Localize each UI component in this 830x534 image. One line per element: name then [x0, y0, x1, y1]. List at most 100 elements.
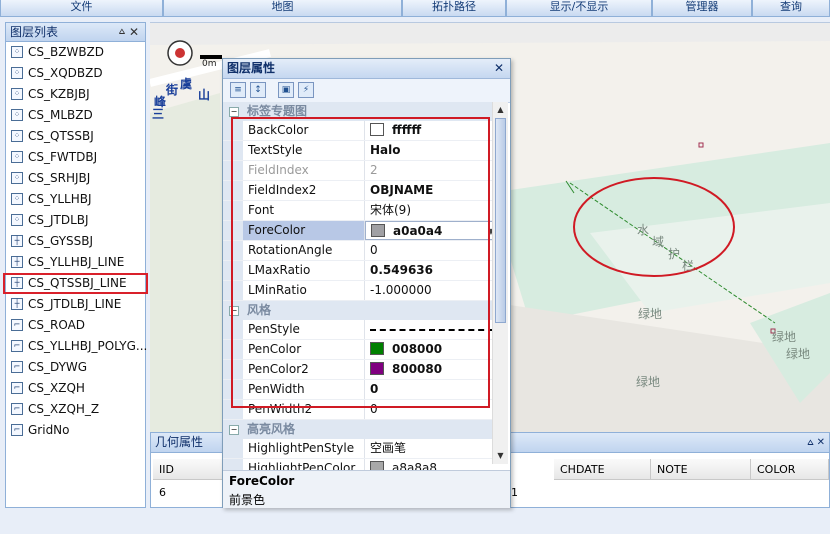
layer-item[interactable]: ⁘ CS_JTDLBJ	[6, 210, 145, 231]
collapse-icon[interactable]: −	[229, 107, 239, 117]
layer-item[interactable]: ⌐ CS_DYWG	[6, 357, 145, 378]
property-category[interactable]: − 风格	[223, 301, 499, 320]
layer-item-label: CS_MLBZD	[28, 108, 93, 122]
layer-item[interactable]: ⁘ CS_FWTDBJ	[6, 147, 145, 168]
property-value[interactable]: Halo	[365, 141, 499, 160]
close-icon[interactable]: ✕	[494, 59, 504, 78]
property-row[interactable]: PenWidth 0	[223, 380, 499, 400]
map-label: 三	[152, 107, 165, 121]
property-row[interactable]: LMaxRatio 0.549636	[223, 261, 499, 281]
property-row[interactable]: PenWidth2 0	[223, 400, 499, 420]
property-value[interactable]: 0.549636	[365, 261, 499, 280]
table-cell[interactable]: 6	[153, 483, 166, 503]
property-row[interactable]: BackColor ffffff	[223, 121, 499, 141]
property-value[interactable]: 2	[365, 161, 499, 180]
property-value[interactable]: 宋体(9)	[365, 201, 499, 220]
layer-item[interactable]: ⁘ CS_QTSSBJ	[6, 126, 145, 147]
scroll-thumb[interactable]	[495, 118, 506, 323]
property-row[interactable]: RotationAngle 0	[223, 241, 499, 261]
tab-show-hide[interactable]: 显示/不显示	[506, 0, 652, 17]
layer-item[interactable]: ⁘ CS_BZWBZD	[6, 42, 145, 63]
layer-item[interactable]: ┼ CS_JTDLBJ_LINE	[6, 294, 145, 315]
collapse-icon[interactable]: −	[229, 306, 239, 316]
property-value[interactable]: OBJNAME	[365, 181, 499, 200]
property-scrollbar[interactable]: ▲ ▼	[492, 102, 508, 464]
tab-query[interactable]: 查询	[752, 0, 830, 17]
collapse-icon[interactable]: −	[229, 425, 239, 435]
layer-item-label: CS_KZBJBJ	[28, 87, 90, 101]
property-value[interactable]: 0	[365, 380, 499, 399]
categorized-icon[interactable]: ≡	[230, 82, 246, 98]
column-header[interactable]: COLOR	[751, 459, 829, 480]
property-value[interactable]: ffffff	[365, 121, 499, 140]
layer-item-label: CS_XQDBZD	[28, 66, 103, 80]
layer-item[interactable]: ┼ CS_QTSSBJ_LINE	[3, 273, 148, 294]
map-label: 绿地	[786, 347, 811, 361]
property-category[interactable]: − 标签专题图	[223, 102, 499, 121]
layer-item[interactable]: ┼ CS_YLLHBJ_LINE	[6, 252, 145, 273]
layer-item[interactable]: ⌐ GridNo	[6, 420, 145, 441]
property-row[interactable]: ForeColor a0a0a4 ▼	[223, 221, 499, 241]
map-label: 街	[166, 83, 179, 97]
tab-manager[interactable]: 管理器	[652, 0, 752, 17]
scale-label: 0m	[202, 59, 217, 69]
map-label: 绿地	[638, 307, 663, 321]
polyline-layer-icon: ⌐	[11, 361, 23, 373]
layer-item[interactable]: ⌐ CS_ROAD	[6, 315, 145, 336]
layer-item[interactable]: ⌐ CS_XZQH	[6, 378, 145, 399]
layer-item-label: GridNo	[28, 423, 70, 437]
property-value[interactable]: 0	[365, 400, 499, 419]
property-value[interactable]	[365, 320, 499, 339]
property-row[interactable]: LMinRatio -1.000000	[223, 281, 499, 301]
property-row[interactable]: TextStyle Halo	[223, 141, 499, 161]
line-layer-icon: ┼	[11, 277, 23, 289]
polyline-layer-icon: ⌐	[11, 340, 23, 352]
property-row[interactable]: PenColor2 800080	[223, 360, 499, 380]
layer-item[interactable]: ⁘ CS_YLLHBJ	[6, 189, 145, 210]
property-description: ForeColor 前景色	[223, 470, 510, 508]
events-icon[interactable]: ⚡	[298, 82, 314, 98]
tab-file[interactable]: 文件	[0, 0, 163, 17]
property-value[interactable]: -1.000000	[365, 281, 499, 300]
property-row[interactable]: FieldIndex 2	[223, 161, 499, 181]
layer-item[interactable]: ⌐ CS_YLLHBJ_POLYG...	[6, 336, 147, 357]
column-header[interactable]: CHDATE	[554, 459, 651, 480]
pin-icon[interactable]: ⩟	[119, 23, 125, 41]
column-header[interactable]: IID	[153, 459, 223, 480]
layer-item[interactable]: ⁘ CS_SRHJBJ	[6, 168, 145, 189]
description-title: ForeColor	[229, 474, 295, 488]
scroll-down-icon[interactable]: ▼	[495, 450, 506, 462]
pin-close-icon[interactable]: ⩟ ✕	[807, 433, 825, 452]
property-row[interactable]: Font 宋体(9)	[223, 201, 499, 221]
property-value[interactable]: 008000	[365, 340, 499, 359]
property-value[interactable]: 800080	[365, 360, 499, 379]
row-gutter	[223, 241, 243, 260]
column-header[interactable]: NOTE	[651, 459, 751, 480]
sort-alpha-icon[interactable]: ↕	[250, 82, 266, 98]
tab-topology-path[interactable]: 拓扑路径	[402, 0, 506, 17]
close-icon[interactable]: ✕	[129, 23, 139, 41]
property-pages-icon[interactable]: ▣	[278, 82, 294, 98]
scroll-up-icon[interactable]: ▲	[495, 104, 506, 116]
map-label: 水	[637, 223, 650, 237]
property-row[interactable]: FieldIndex2 OBJNAME	[223, 181, 499, 201]
line-layer-icon: ┼	[11, 256, 23, 268]
property-value[interactable]: 空画笔	[365, 439, 499, 458]
layer-item[interactable]: ⁘ CS_MLBZD	[6, 105, 145, 126]
property-name: LMaxRatio	[243, 261, 365, 280]
property-row[interactable]: PenColor 008000	[223, 340, 499, 360]
property-name: Font	[243, 201, 365, 220]
property-row[interactable]: PenStyle	[223, 320, 499, 340]
tab-map[interactable]: 地图	[163, 0, 402, 17]
row-gutter	[223, 201, 243, 220]
property-row[interactable]: HighlightPenStyle 空画笔	[223, 439, 499, 459]
property-value-text: 0	[370, 382, 379, 396]
layer-item[interactable]: ⁘ CS_XQDBZD	[6, 63, 145, 84]
layer-item-label: CS_ROAD	[28, 318, 86, 332]
layer-item[interactable]: ⌐ CS_XZQH_Z	[6, 399, 145, 420]
property-value[interactable]: a0a0a4 ▼	[365, 221, 499, 240]
layer-item[interactable]: ┼ CS_GYSSBJ	[6, 231, 145, 252]
property-value[interactable]: 0	[365, 241, 499, 260]
layer-item[interactable]: ⁘ CS_KZBJBJ	[6, 84, 145, 105]
property-category[interactable]: − 高亮风格	[223, 420, 499, 439]
